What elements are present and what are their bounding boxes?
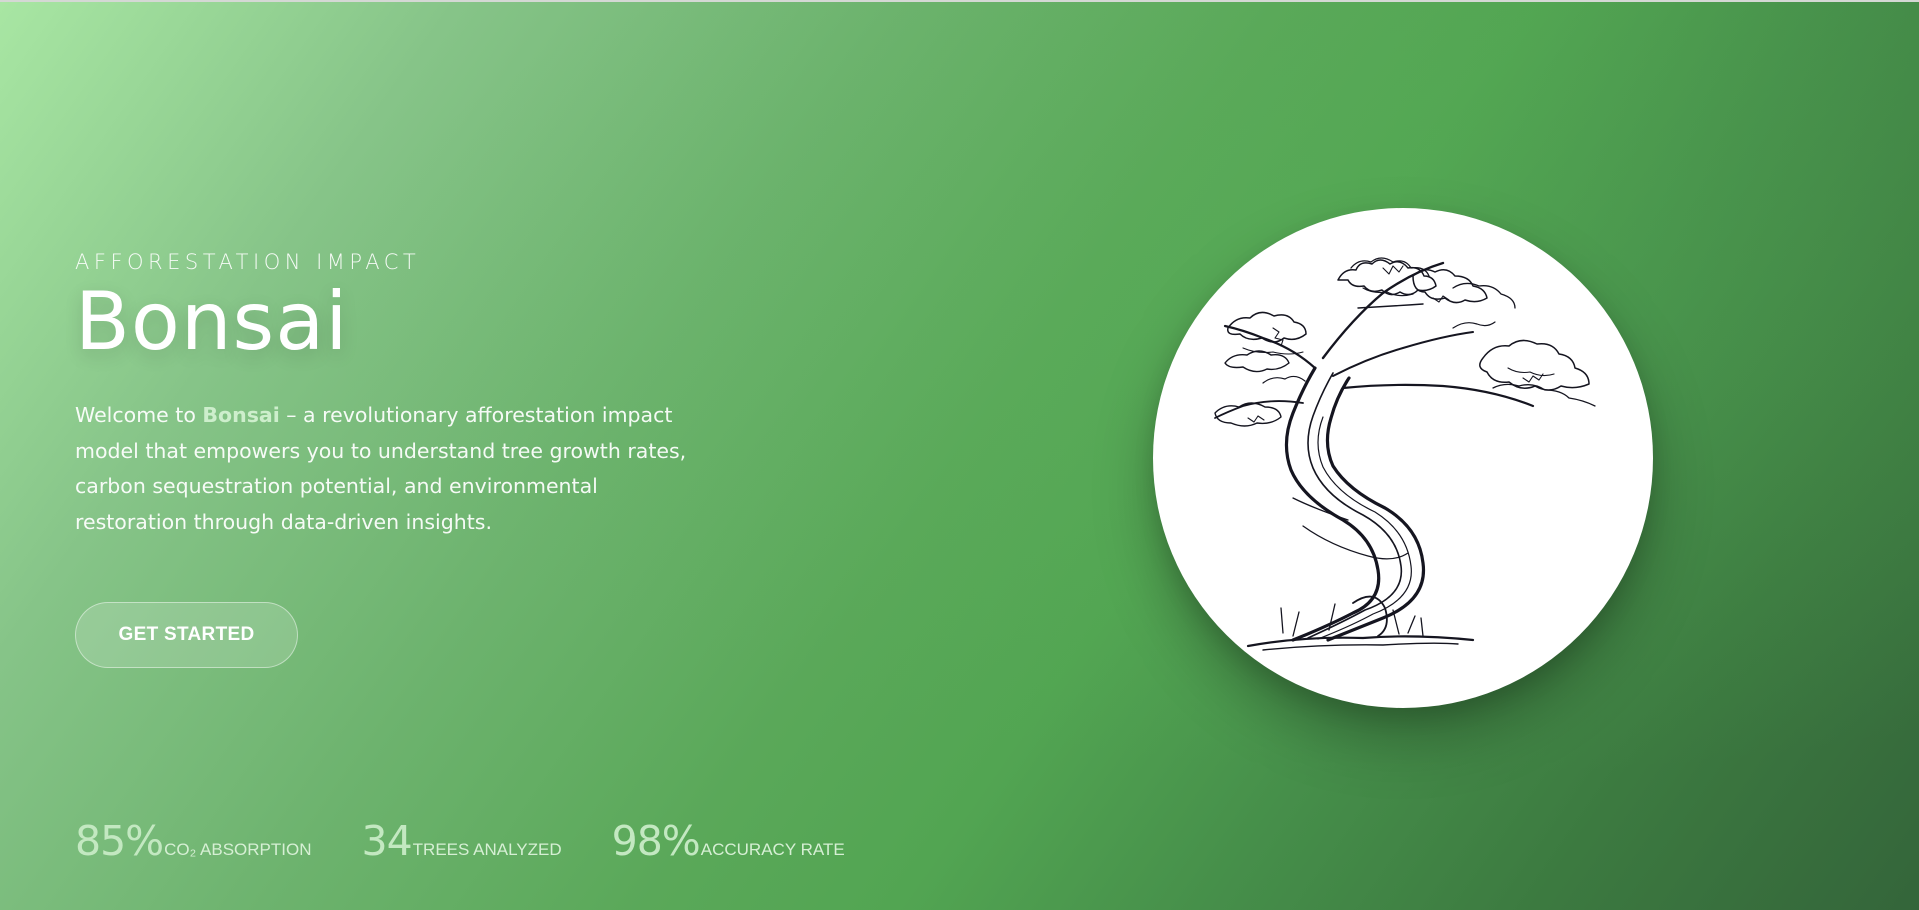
stat-value: 98% [611, 817, 701, 865]
description-brand: Bonsai [202, 403, 280, 427]
bonsai-illustration [1153, 208, 1653, 708]
stat-accuracy-rate: 98% ACCURACY RATE [612, 817, 845, 865]
stat-value: 34 [361, 817, 413, 865]
stat-label: ACCURACY RATE [700, 840, 845, 859]
hero-description: Welcome to Bonsai – a revolutionary affo… [75, 398, 695, 540]
description-prefix: Welcome to [75, 403, 203, 427]
hero-text-block: AFFORESTATION IMPACT Bonsai Welcome to B… [75, 250, 715, 540]
hero-title: Bonsai [75, 275, 349, 368]
stat-value: 85% [75, 817, 164, 865]
stat-co2-absorption: 85% CO₂ ABSORPTION [75, 817, 312, 865]
get-started-button[interactable]: GET STARTED [75, 602, 298, 668]
hero-section: AFFORESTATION IMPACT Bonsai Welcome to B… [0, 0, 1919, 910]
stat-label: TREES ANALYZED [412, 840, 562, 859]
bonsai-tree-sketch-icon [1214, 257, 1596, 651]
stat-trees-analyzed: 34 TREES ANALYZED [362, 817, 562, 865]
stat-label: CO₂ ABSORPTION [164, 840, 312, 859]
hero-eyebrow: AFFORESTATION IMPACT [75, 250, 421, 274]
stats-row: 85% CO₂ ABSORPTION 34 TREES ANALYZED 98%… [75, 817, 895, 865]
